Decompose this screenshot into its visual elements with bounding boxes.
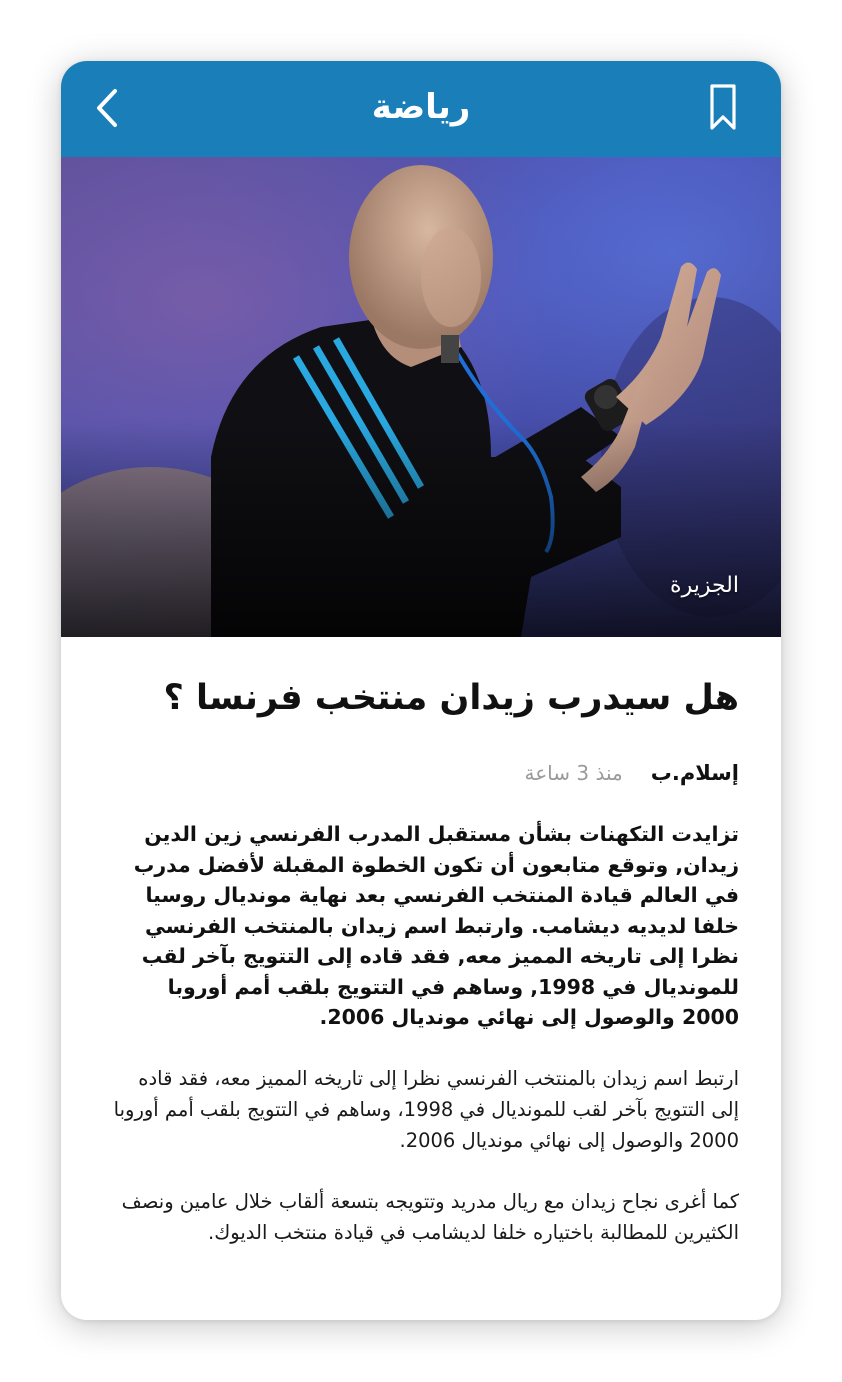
publish-time: منذ 3 ساعة bbox=[524, 761, 623, 785]
article-paragraph: كما أغرى نجاح زيدان مع ريال مدريد وتتويج… bbox=[121, 1189, 739, 1244]
article-meta: إسلام.ب منذ 3 ساعة bbox=[111, 755, 739, 791]
article-card: رياضة الجزيرة هل سيدرب زيدان منتخب فرنسا… bbox=[61, 61, 781, 1320]
article-body: هل سيدرب زيدان منتخب فرنسا ؟ إسلام.ب منذ… bbox=[61, 637, 781, 1248]
article-paragraph: ارتبط اسم زيدان بالمنتخب الفرنسي نظرا إل… bbox=[113, 1066, 739, 1152]
photo-credit: الجزيرة bbox=[670, 573, 739, 598]
article-lead: تزايدت التكهنات بشأن مستقبل المدرب الفرن… bbox=[133, 822, 739, 1029]
bookmark-button[interactable] bbox=[703, 81, 743, 135]
bookmark-icon bbox=[710, 84, 736, 130]
author-name[interactable]: إسلام.ب bbox=[651, 761, 739, 785]
article-headline: هل سيدرب زيدان منتخب فرنسا ؟ bbox=[163, 678, 739, 718]
article-image bbox=[61, 157, 781, 637]
section-title: رياضة bbox=[371, 87, 471, 127]
top-bar: رياضة bbox=[61, 61, 781, 157]
